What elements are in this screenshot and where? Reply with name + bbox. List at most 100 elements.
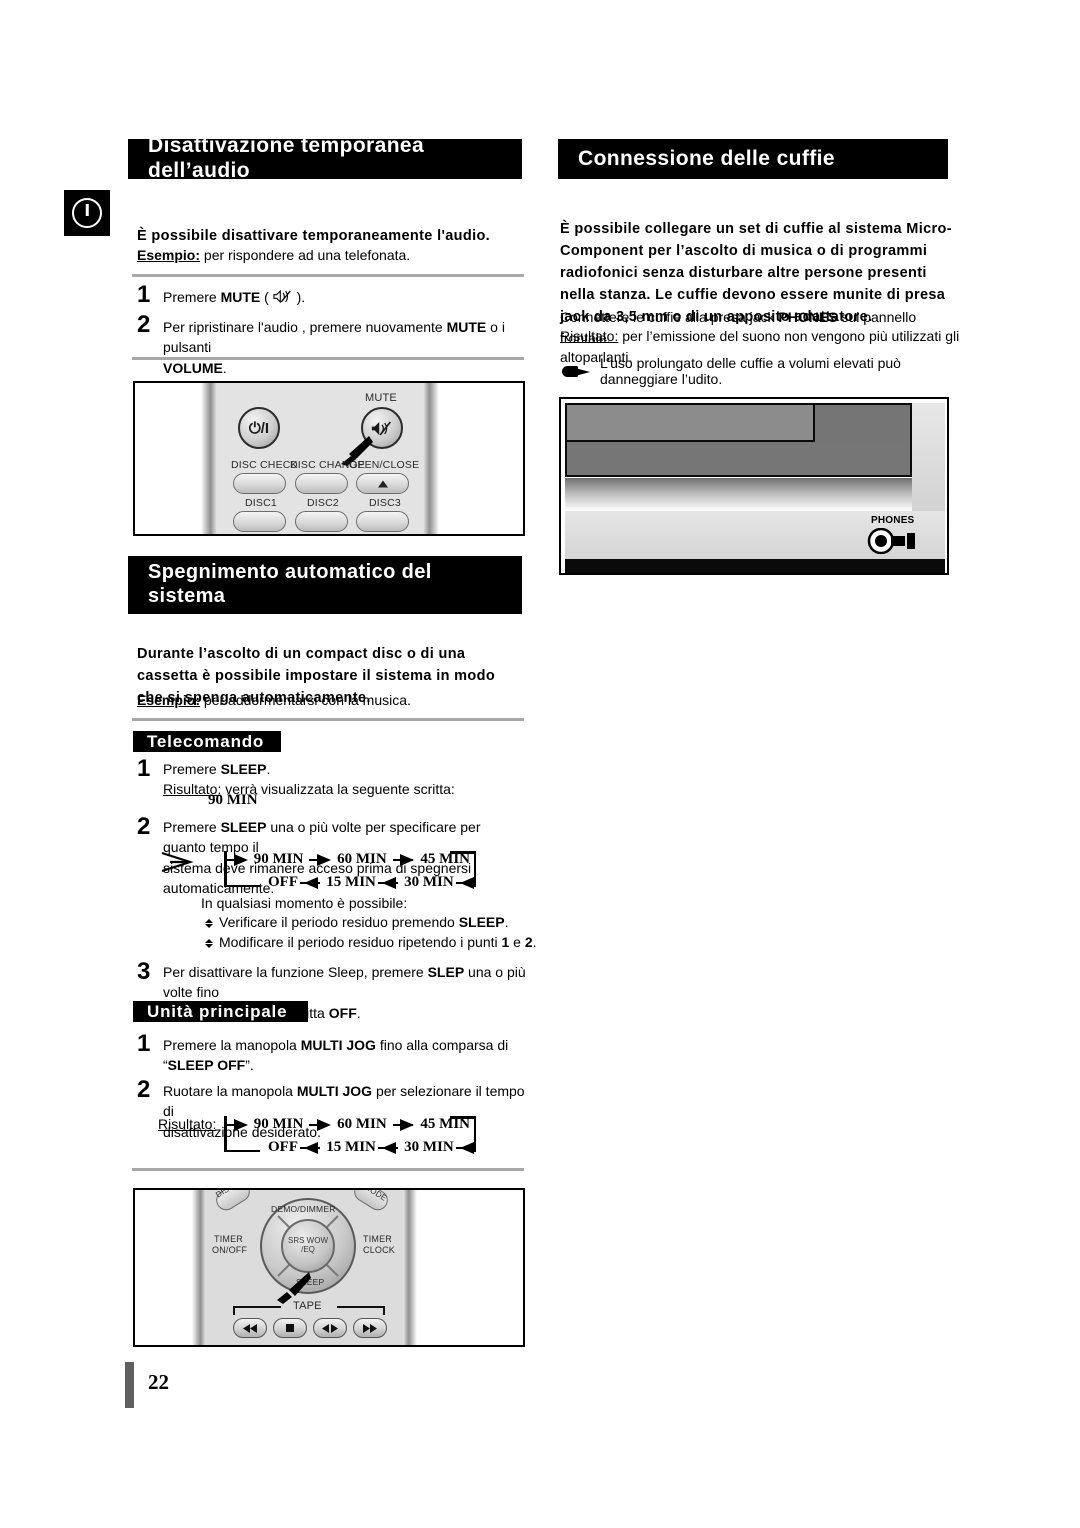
divider-mute-bottom (132, 357, 524, 360)
unit-timer-clock-label-1: TIMER (363, 1234, 392, 1244)
remote-disc5-label: DISC5 (307, 533, 339, 534)
cycle-frame-top-right (450, 1116, 476, 1119)
cycle-label-off: OFF (268, 1139, 298, 1155)
auto-off-example-label: Esempio: (137, 692, 201, 708)
subsection-unita-principale: Unità principale (133, 1001, 308, 1022)
mute-icon-inline (273, 289, 293, 304)
cycle-arrow-left-2 (378, 876, 399, 889)
figure-main-unit-jog: DISC MODE SRS WOW /EQ DEMO/DIMMER SLEEP … (133, 1188, 525, 1347)
panel-upper-band-left (565, 403, 815, 442)
cycle-label-30min: 30 MIN (404, 874, 454, 890)
panel-middle-band (565, 442, 912, 477)
cycle-label-15min: 15 MIN (326, 1139, 376, 1155)
remote-disc4-label: DISC4 (245, 533, 277, 534)
mute-step-2-number: 2 (137, 311, 151, 338)
tape-rewind-button[interactable] (233, 1318, 267, 1338)
cycle-pointer-icon (161, 851, 194, 873)
cycle-frame-top-right (450, 851, 476, 854)
remote-power-button[interactable]: ⏻/I (238, 407, 280, 449)
cycle-top-row: 90 MIN 60 MIN 45 MIN (224, 848, 476, 871)
sleep-display-value: 90 MIN (208, 792, 258, 808)
page-number: 22 (148, 1370, 169, 1394)
remote-mute-label: MUTE (365, 392, 397, 404)
stop-icon (286, 1324, 294, 1332)
remote-disc-check-label: DISC CHECK (231, 459, 298, 471)
phones-jack-icon[interactable] (865, 527, 921, 555)
mute-example-text: per rispondere ad una telefonata. (200, 247, 411, 263)
tape-fast-forward-button[interactable] (353, 1318, 387, 1338)
diamond-bullet-icon (204, 915, 213, 928)
play-reverse-icon (322, 1323, 338, 1333)
unit-timer-onoff-label-1: TIMER (214, 1234, 243, 1244)
section-header-mute-title: Disattivazione temporanea dell’audio (148, 134, 425, 182)
section-header-auto-off-title: Spegnimento automatico del sistema (128, 561, 432, 608)
cycle-bottom-row: OFF 15 MIN 30 MIN (224, 871, 477, 894)
cycle-arrow-left-1 (300, 876, 321, 889)
remote-disc-check-button[interactable] (233, 473, 286, 494)
divider-mute-top (132, 274, 524, 277)
sleep-cycle-diagram-unit: 90 MIN 60 MIN 45 MIN OFF 15 MIN 30 MIN (224, 1113, 477, 1159)
mute-speaker-icon (371, 421, 391, 435)
unit-left-edge (192, 1190, 206, 1345)
subsection-telecomando-label: Telecomando (147, 731, 265, 751)
unit-tape-label: TAPE (293, 1300, 322, 1312)
remote-disc1-button[interactable] (233, 511, 286, 532)
mute-example-line: Esempio: per rispondere ad una telefonat… (137, 245, 527, 266)
sleep-step-1-number: 1 (137, 755, 151, 782)
sleep-cycle-diagram-remote: 90 MIN 60 MIN 45 MIN OFF 15 MIN 30 MIN (224, 848, 477, 894)
divider-before-jog-figure (132, 1168, 524, 1171)
fast-forward-icon (363, 1323, 377, 1333)
cycle-bottom-row: OFF 15 MIN 30 MIN (224, 1136, 477, 1159)
sleep-bullet-2: Modificare il periodo residuo ripetendo … (204, 932, 537, 952)
jog-step-1-number: 1 (137, 1030, 151, 1057)
multi-jog-hub[interactable]: SRS WOW /EQ (281, 1219, 335, 1273)
divider-auto-off (132, 718, 524, 721)
cycle-arrow-left-3 (455, 1141, 477, 1154)
remote-left-edge (201, 383, 217, 534)
cycle-top-row: 90 MIN 60 MIN 45 MIN (224, 1113, 476, 1136)
headphones-warning-text: L’uso prolungato delle cuffie a volumi e… (600, 355, 901, 387)
unit-timer-clock-label-2: CLOCK (363, 1245, 396, 1255)
remote-open-close-label: OPEN/CLOSE (349, 459, 420, 471)
diamond-bullet-icon (204, 935, 213, 948)
mute-step-1: 1 Premere MUTE ( ). (137, 283, 527, 307)
power-button-glyph: ⏻/I (248, 419, 270, 437)
section-header-headphones: Connessione delle cuffie (558, 139, 948, 179)
sleep-step-3-number: 3 (137, 958, 151, 985)
headphones-warning-note: L’uso prolungato delle cuffie a volumi e… (562, 355, 952, 387)
cycle-label-45min: 45 MIN (420, 1116, 470, 1132)
cycle-arrow-right-1 (226, 1118, 248, 1131)
mute-intro-text: È possibile disattivare temporaneamente … (137, 228, 491, 244)
jog-step-2-number: 2 (137, 1076, 151, 1103)
remote-disc-change-button[interactable] (295, 473, 348, 494)
cycle-arrow-right-1 (226, 853, 248, 866)
mute-step-1-text: Premere MUTE ( ). (163, 289, 306, 305)
remote-open-close-button[interactable] (356, 473, 409, 494)
remote-disc2-button[interactable] (295, 511, 348, 532)
jog-step-1: 1 Premere la manopola MULTI JOG fino all… (137, 1032, 527, 1076)
sleep-step-2-number: 2 (137, 813, 151, 840)
page-marker-bar (125, 1362, 134, 1408)
cycle-label-off: OFF (268, 874, 298, 890)
pointing-hand-icon (562, 364, 590, 378)
remote-right-edge (423, 383, 439, 534)
rewind-icon (243, 1323, 257, 1333)
cycle-arrow-right-2 (309, 1118, 331, 1131)
auto-off-title-line2: sistema (148, 585, 226, 607)
phones-jack-label: PHONES (871, 515, 915, 526)
cycle-arrow-left-1 (300, 1141, 321, 1154)
section-header-headphones-title: Connessione delle cuffie (578, 146, 835, 170)
tape-play-button[interactable] (313, 1318, 347, 1338)
tape-stop-button[interactable] (273, 1318, 307, 1338)
sleep-bullet-1: Verificare il periodo residuo premendo S… (204, 912, 509, 932)
cycle-frame-bottom-left (224, 884, 260, 887)
remote-disc2-label: DISC2 (307, 497, 339, 509)
auto-off-example-line: Esempio: per addormentarsi con la musica… (137, 690, 527, 711)
cycle-label-30min: 30 MIN (404, 1139, 454, 1155)
unit-demo-dimmer-label: DEMO/DIMMER (271, 1204, 336, 1214)
sleep-step-1-text: Premere SLEEP. Risultato: verrà visualiz… (163, 757, 455, 800)
remote-disc3-button[interactable] (356, 511, 409, 532)
figure-front-panel-phones: PHONES (559, 397, 949, 575)
cycle-label-60min: 60 MIN (337, 851, 387, 867)
headphones-result-label: Risultato: (560, 328, 619, 344)
